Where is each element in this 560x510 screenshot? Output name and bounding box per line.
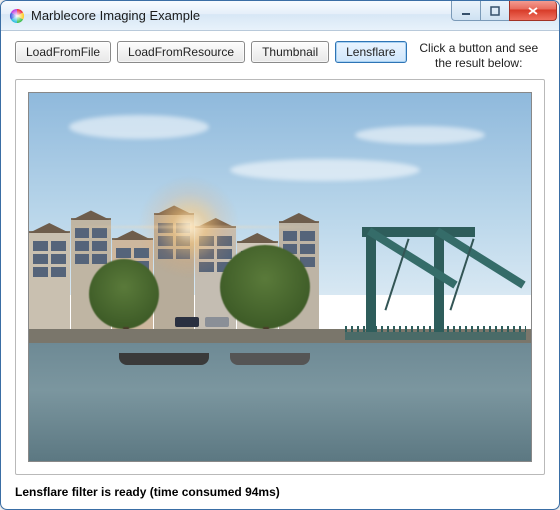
status-prefix: Lensflare filter is ready (time consumed: [15, 485, 245, 499]
maximize-button[interactable]: [480, 1, 510, 21]
load-from-resource-button[interactable]: LoadFromResource: [117, 41, 245, 63]
status-time: 94ms: [245, 485, 276, 499]
image-view: [28, 92, 532, 462]
toolbar-hint: Click a button and see the result below:: [413, 41, 546, 71]
load-from-file-button[interactable]: LoadFromFile: [15, 41, 111, 63]
status-suffix: ): [276, 485, 280, 499]
client-area: LoadFromFile LoadFromResource Thumbnail …: [1, 31, 559, 509]
maximize-icon: [490, 6, 500, 16]
thumbnail-button[interactable]: Thumbnail: [251, 41, 329, 63]
close-button[interactable]: [509, 1, 557, 21]
titlebar[interactable]: Marblecore Imaging Example: [1, 1, 559, 31]
minimize-icon: [461, 6, 471, 16]
scene-placeholder: [29, 93, 531, 461]
color-wheel-icon: [9, 8, 25, 24]
lensflare-button[interactable]: Lensflare: [335, 41, 406, 63]
result-frame: [15, 79, 545, 475]
status-text: Lensflare filter is ready (time consumed…: [15, 485, 545, 499]
window-controls: [452, 1, 557, 21]
toolbar: LoadFromFile LoadFromResource Thumbnail …: [15, 41, 545, 71]
window-title: Marblecore Imaging Example: [31, 8, 200, 23]
drawbridge: [345, 214, 516, 339]
app-window: Marblecore Imaging Example LoadFromFile …: [0, 0, 560, 510]
minimize-button[interactable]: [451, 1, 481, 21]
close-icon: [527, 6, 539, 16]
